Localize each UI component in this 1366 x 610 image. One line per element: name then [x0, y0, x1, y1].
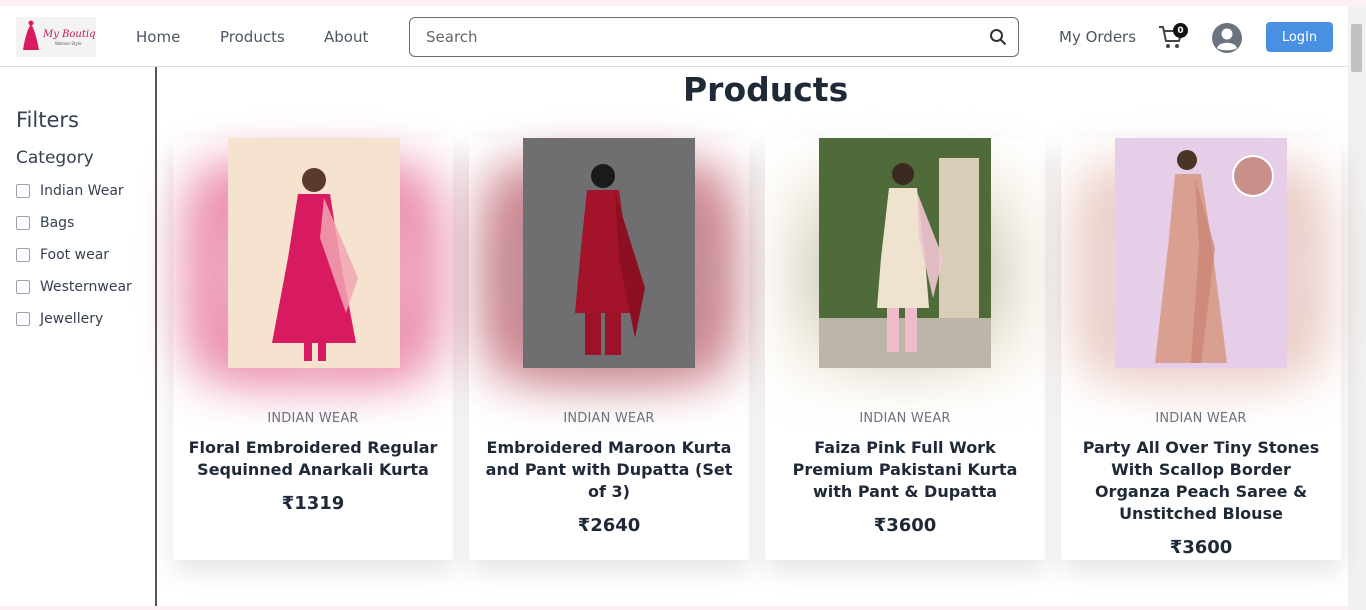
filter-label: Westernwear: [40, 279, 132, 295]
product-name[interactable]: Party All Over Tiny Stones With Scallop …: [1075, 437, 1327, 525]
user-avatar-icon: [1212, 23, 1242, 53]
login-button[interactable]: LogIn: [1266, 22, 1333, 52]
page-title: Products: [683, 70, 849, 109]
product-image[interactable]: [1115, 138, 1287, 368]
nav-home-link[interactable]: Home: [136, 28, 180, 46]
product-price: ₹3600: [1169, 537, 1233, 558]
filter-bags[interactable]: Bags: [16, 215, 74, 231]
search-input[interactable]: [410, 18, 978, 56]
filter-label: Jewellery: [40, 311, 104, 327]
cart-button[interactable]: 0: [1158, 23, 1188, 52]
my-orders-link[interactable]: My Orders: [1059, 28, 1136, 46]
product-price: ₹2640: [577, 515, 641, 536]
filter-label: Bags: [40, 215, 75, 231]
search-icon[interactable]: [978, 18, 1018, 56]
brand-tagline: Women Style: [55, 41, 82, 46]
filter-westernwear[interactable]: Westernwear: [16, 279, 132, 295]
filter-checkbox[interactable]: [16, 216, 30, 230]
page-scrollbar[interactable]: [1348, 6, 1366, 610]
product-image[interactable]: [523, 138, 695, 368]
product-image[interactable]: [819, 138, 991, 368]
filter-indian-wear[interactable]: Indian Wear: [16, 183, 124, 199]
product-card[interactable]: INDIAN WEAR Party All Over Tiny Stones W…: [1061, 138, 1341, 560]
product-card[interactable]: INDIAN WEAR Floral Embroidered Regular S…: [173, 138, 453, 560]
product-category: INDIAN WEAR: [1155, 411, 1247, 426]
filters-title: Filters: [16, 108, 79, 132]
product-category: INDIAN WEAR: [859, 411, 951, 426]
filter-jewellery[interactable]: Jewellery: [16, 311, 103, 327]
product-image[interactable]: [228, 138, 400, 368]
nav-about-link[interactable]: About: [324, 28, 368, 46]
product-name[interactable]: Embroidered Maroon Kurta and Pant with D…: [483, 437, 735, 503]
filter-label: Indian Wear: [40, 183, 124, 199]
product-name[interactable]: Faiza Pink Full Work Premium Pakistani K…: [779, 437, 1031, 503]
navbar: My Boutique Women Style Home Products Ab…: [0, 6, 1348, 67]
filter-checkbox[interactable]: [16, 248, 30, 262]
product-name[interactable]: Floral Embroidered Regular Sequinned Ana…: [187, 437, 439, 481]
filter-label: Foot wear: [40, 247, 110, 263]
filter-checkbox[interactable]: [16, 184, 30, 198]
bottom-strip: [0, 606, 1348, 610]
filter-checkbox[interactable]: [16, 312, 30, 326]
nav-products-link[interactable]: Products: [220, 28, 285, 46]
product-category: INDIAN WEAR: [267, 411, 359, 426]
brand-logo-icon: My Boutique Women Style: [23, 20, 95, 50]
search-bar: [409, 17, 1019, 57]
filter-foot-wear[interactable]: Foot wear: [16, 247, 109, 263]
cart-count-badge: 0: [1173, 23, 1188, 38]
brand-name: My Boutique: [42, 29, 95, 40]
category-title: Category: [16, 148, 94, 168]
product-price: ₹1319: [281, 493, 345, 514]
product-card[interactable]: INDIAN WEAR Faiza Pink Full Work Premium…: [765, 138, 1045, 560]
filter-checkbox[interactable]: [16, 280, 30, 294]
brand-logo[interactable]: My Boutique Women Style: [16, 17, 96, 57]
user-avatar[interactable]: [1211, 22, 1243, 54]
product-card[interactable]: INDIAN WEAR Embroidered Maroon Kurta and…: [469, 138, 749, 560]
filters-sidebar: Filters Category Indian Wear Bags Foot w…: [0, 67, 157, 607]
scrollbar-thumb[interactable]: [1351, 24, 1362, 72]
product-price: ₹3600: [873, 515, 937, 536]
product-category: INDIAN WEAR: [563, 411, 655, 426]
